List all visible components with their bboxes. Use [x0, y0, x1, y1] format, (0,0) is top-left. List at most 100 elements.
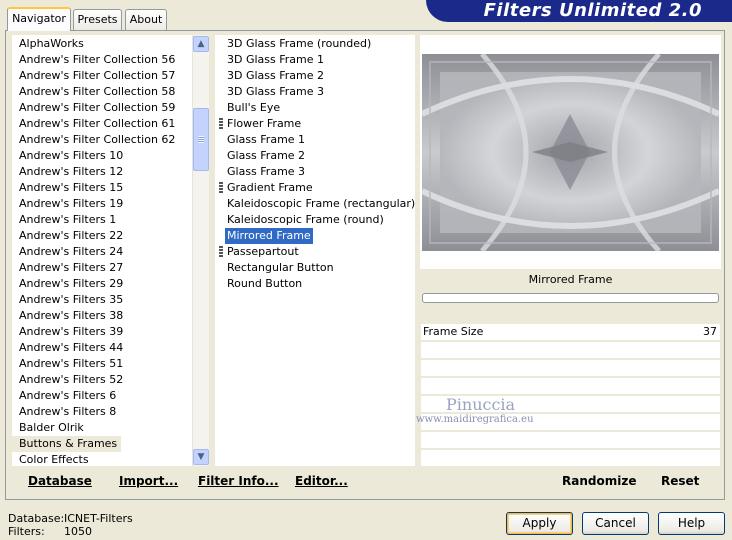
param-row-frame-size[interactable]: Frame Size 37 [421, 324, 720, 341]
progress-bar [422, 293, 719, 303]
filter-item[interactable]: Kaleidoscopic Frame (round) [215, 212, 415, 228]
filter-item-label: Gradient Frame [227, 181, 313, 194]
filter-item[interactable]: Glass Frame 1 [215, 132, 415, 148]
category-list[interactable]: AlphaWorks Andrew's Filter Collection 56 A… [12, 35, 209, 466]
filter-item-label: Kaleidoscopic Frame (rectangular) [227, 197, 415, 210]
filter-item-label: 3D Glass Frame (rounded) [227, 37, 372, 50]
database-button[interactable]: Database [28, 474, 92, 488]
category-item[interactable]: Andrew's Filters 27 [12, 260, 123, 276]
apply-button[interactable]: Apply [506, 512, 573, 535]
tab-label: About [129, 13, 163, 26]
category-item[interactable]: Andrew's Filters 44 [12, 340, 123, 356]
filter-item[interactable]: Passepartout [215, 244, 415, 260]
chevron-down-icon: ▼ [197, 452, 205, 462]
filter-item-label: Round Button [227, 277, 303, 290]
tab-label: Presets [77, 13, 118, 26]
filter-item[interactable]: Round Button [215, 276, 415, 292]
preview-image [422, 54, 719, 251]
filter-item[interactable]: Bull's Eye [215, 100, 415, 116]
favorite-marker-icon [219, 246, 223, 258]
filter-item-label: Bull's Eye [227, 101, 281, 114]
category-item[interactable]: Andrew's Filter Collection 57 [12, 68, 175, 84]
filter-item-label: Mirrored Frame [225, 228, 313, 244]
filter-item-label: Flower Frame [227, 117, 302, 130]
category-item[interactable]: Andrew's Filters 29 [12, 276, 123, 292]
cancel-button[interactable]: Cancel [582, 512, 649, 535]
filter-item[interactable]: Rectangular Button [215, 260, 415, 276]
param-row-empty [421, 360, 720, 377]
category-item[interactable]: Andrew's Filters 35 [12, 292, 123, 308]
filter-item-label: 3D Glass Frame 1 [227, 53, 325, 66]
category-item[interactable]: Andrew's Filter Collection 61 [12, 116, 175, 132]
filter-item[interactable]: Flower Frame [215, 116, 415, 132]
category-item[interactable]: Andrew's Filters 22 [12, 228, 123, 244]
category-item[interactable]: Andrew's Filters 8 [12, 404, 116, 420]
filters-count-label: Filters: [8, 525, 45, 538]
watermark-url: www.maidiregrafica.eu [416, 414, 534, 425]
filter-item-label: Rectangular Button [227, 261, 334, 274]
param-row-empty [421, 378, 720, 395]
category-item[interactable]: Andrew's Filter Collection 62 [12, 132, 175, 148]
filter-item-label: 3D Glass Frame 3 [227, 85, 325, 98]
category-scrollbar[interactable]: ▲ ▼ [192, 35, 209, 466]
category-item[interactable]: Andrew's Filters 24 [12, 244, 123, 260]
watermark-name: Pinuccia [446, 395, 516, 414]
category-item[interactable]: Andrew's Filters 51 [12, 356, 123, 372]
help-button[interactable]: Help [658, 512, 725, 535]
chevron-up-icon: ▲ [197, 39, 205, 49]
category-item[interactable]: Andrew's Filters 15 [12, 180, 123, 196]
filter-item[interactable]: Gradient Frame [215, 180, 415, 196]
scroll-down-button[interactable]: ▼ [193, 449, 209, 465]
tab-presets[interactable]: Presets [73, 9, 122, 30]
filter-item[interactable]: 3D Glass Frame 1 [215, 52, 415, 68]
filter-item[interactable]: 3D Glass Frame 2 [215, 68, 415, 84]
app-title: Filters Unlimited 2.0 [483, 0, 702, 21]
reset-button[interactable]: Reset [661, 474, 699, 488]
category-item[interactable]: Andrew's Filter Collection 58 [12, 84, 175, 100]
category-item[interactable]: Andrew's Filter Collection 56 [12, 52, 175, 68]
filter-item[interactable]: 3D Glass Frame (rounded) [215, 36, 415, 52]
favorite-marker-icon [219, 182, 223, 194]
import-button[interactable]: Import... [119, 474, 178, 488]
category-item[interactable]: Andrew's Filters 1 [12, 212, 116, 228]
category-item[interactable]: Buttons & Frames [12, 436, 122, 452]
tab-label: Navigator [12, 12, 66, 25]
filter-item-label: Glass Frame 3 [227, 165, 306, 178]
category-item[interactable]: AlphaWorks [12, 36, 84, 52]
category-item[interactable]: Color Effects [12, 452, 89, 466]
filter-item[interactable]: 3D Glass Frame 3 [215, 84, 415, 100]
filter-name-bar: Mirrored Frame [421, 270, 720, 290]
scroll-thumb[interactable] [193, 108, 209, 171]
editor-button[interactable]: Editor... [295, 474, 348, 488]
param-row-empty [421, 432, 720, 449]
category-item[interactable]: Balder Olrik [12, 420, 84, 436]
category-item[interactable]: Andrew's Filters 19 [12, 196, 123, 212]
category-item[interactable]: Andrew's Filter Collection 59 [12, 100, 175, 116]
category-item[interactable]: Andrew's Filters 6 [12, 388, 116, 404]
filter-item[interactable]: Glass Frame 2 [215, 148, 415, 164]
randomize-button[interactable]: Randomize [562, 474, 636, 488]
param-row-empty [421, 450, 720, 467]
grip-icon [198, 135, 204, 143]
filter-item[interactable]: Kaleidoscopic Frame (rectangular) [215, 196, 415, 212]
category-item[interactable]: Andrew's Filters 52 [12, 372, 123, 388]
category-item[interactable]: Andrew's Filters 12 [12, 164, 123, 180]
current-filter-name: Mirrored Frame [528, 273, 613, 286]
param-value: 37 [703, 325, 717, 338]
database-value: ICNET-Filters [64, 512, 133, 525]
filter-list[interactable]: 3D Glass Frame (rounded) 3D Glass Frame 1… [215, 35, 415, 466]
filter-item[interactable]: Glass Frame 3 [215, 164, 415, 180]
filter-info-button[interactable]: Filter Info... [198, 474, 279, 488]
category-item[interactable]: Andrew's Filters 10 [12, 148, 123, 164]
title-banner: Filters Unlimited 2.0 [426, 0, 732, 22]
favorite-marker-icon [219, 118, 223, 130]
category-item[interactable]: Andrew's Filters 39 [12, 324, 123, 340]
scroll-up-button[interactable]: ▲ [193, 36, 209, 52]
tab-about[interactable]: About [125, 9, 167, 30]
filter-item-label: 3D Glass Frame 2 [227, 69, 325, 82]
category-item[interactable]: Andrew's Filters 38 [12, 308, 123, 324]
filter-item-label: Kaleidoscopic Frame (round) [227, 213, 384, 226]
param-row-empty [421, 342, 720, 359]
tab-navigator[interactable]: Navigator [7, 7, 71, 31]
filter-item[interactable]: Mirrored Frame [215, 228, 415, 244]
